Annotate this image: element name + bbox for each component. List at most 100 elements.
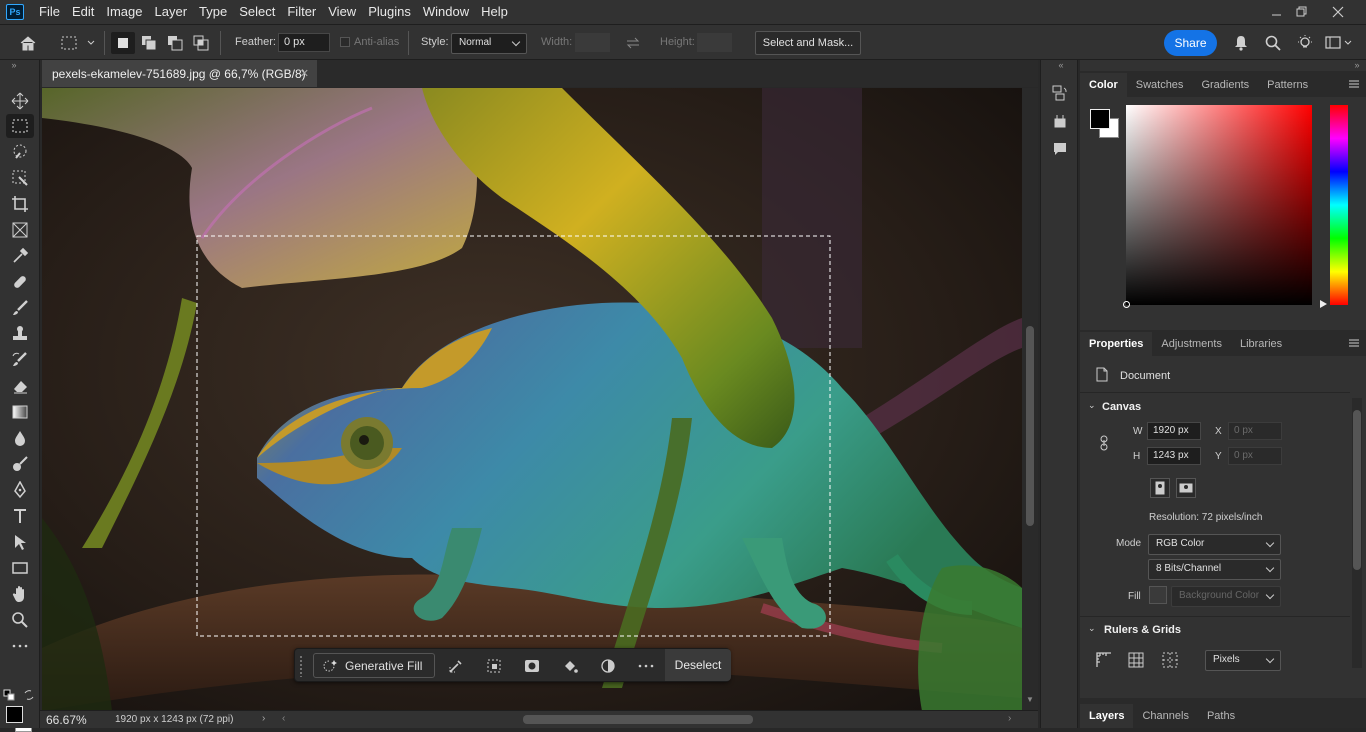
adjustment-layer-icon[interactable] [597,655,619,677]
ruler-units-select[interactable]: Pixels [1205,650,1281,671]
grid-icon[interactable] [1126,650,1146,670]
rectangle-tool-icon[interactable] [6,556,34,580]
vertical-scrollbar[interactable]: ▼ [1022,88,1038,711]
tab-patterns[interactable]: Patterns [1258,73,1317,97]
default-colors-icon[interactable] [2,688,16,702]
frame-tool-icon[interactable] [6,218,34,242]
zoom-tool-icon[interactable] [6,608,34,632]
eraser-tool-icon[interactable] [6,374,34,398]
close-tab-icon[interactable]: ✕ [300,67,309,80]
tab-properties[interactable]: Properties [1080,332,1153,356]
scroll-right-icon[interactable]: › [1008,713,1011,724]
move-tool-icon[interactable] [6,89,34,113]
history-icon[interactable] [1049,82,1071,104]
panel-menu-icon[interactable] [1348,79,1360,89]
color-picker-cursor[interactable] [1123,301,1130,308]
collapse-panels-icon[interactable]: » [1350,60,1364,70]
object-selection-tool-icon[interactable] [6,140,34,164]
landscape-orientation-icon[interactable] [1176,478,1196,498]
bell-icon[interactable] [1230,32,1252,54]
menu-select[interactable]: Select [233,0,281,24]
properties-menu-icon[interactable] [1348,338,1360,348]
portrait-orientation-icon[interactable] [1150,478,1170,498]
guides-icon[interactable] [1160,650,1180,670]
scroll-down-icon[interactable]: ▼ [1026,695,1034,704]
color-panel-foreground[interactable] [1090,109,1110,129]
rulers-collapse-icon[interactable]: ⌄ [1088,623,1096,634]
restore-icon[interactable] [1284,0,1320,24]
document-tab[interactable]: pexels-ekamelev-751689.jpg @ 66,7% (RGB/… [42,60,317,87]
workspace-icon[interactable] [1324,32,1354,54]
tab-adjustments[interactable]: Adjustments [1152,332,1231,356]
history-brush-tool-icon[interactable] [6,348,34,372]
tab-channels[interactable]: Channels [1133,704,1197,728]
color-mode-select[interactable]: RGB Color [1148,534,1281,555]
ruler-icon[interactable] [1094,650,1114,670]
foreground-color-swatch[interactable] [6,706,23,723]
horizontal-scroll-thumb[interactable] [523,715,753,724]
healing-brush-tool-icon[interactable] [6,270,34,294]
modify-selection-icon[interactable] [445,655,467,677]
style-select[interactable]: Normal [451,33,527,54]
plugins-icon[interactable] [1049,110,1071,132]
tab-color[interactable]: Color [1080,73,1127,97]
fill-select[interactable]: Background Color [1171,586,1281,607]
width-input[interactable] [575,33,610,52]
marquee-preset-icon[interactable] [58,32,98,54]
menu-window[interactable]: Window [417,0,475,24]
swap-colors-icon[interactable] [22,688,36,702]
menu-view[interactable]: View [322,0,362,24]
zoom-level[interactable]: 66.67% [46,713,87,727]
vertical-scroll-thumb[interactable] [1026,326,1034,526]
collapse-toolbar-icon[interactable]: » [6,60,22,70]
fill-swatch[interactable] [1149,586,1167,604]
subtract-selection-icon[interactable] [163,32,187,54]
rectangular-marquee-tool-icon[interactable] [6,114,34,138]
crop-tool-icon[interactable] [6,192,34,216]
create-mask-icon[interactable] [521,655,543,677]
canvas-width-input[interactable]: 1920 px [1147,422,1201,440]
canvas-y-input[interactable]: 0 px [1228,447,1282,465]
close-window-icon[interactable] [1320,0,1356,24]
pen-tool-icon[interactable] [6,478,34,502]
blur-tool-icon[interactable] [6,426,34,450]
menu-image[interactable]: Image [100,0,148,24]
menu-layer[interactable]: Layer [149,0,194,24]
more-tools-icon[interactable] [6,634,34,658]
expand-strip-icon[interactable]: « [1055,60,1067,70]
menu-filter[interactable]: Filter [281,0,322,24]
hue-slider-handle[interactable] [1320,300,1327,308]
properties-scroll-thumb[interactable] [1353,410,1361,570]
type-tool-icon[interactable] [6,504,34,528]
fill-selection-icon[interactable] [559,655,581,677]
discover-lightbulb-icon[interactable] [1294,32,1316,54]
menu-type[interactable]: Type [193,0,233,24]
status-menu-icon[interactable]: › [262,713,265,724]
drag-handle-icon[interactable] [299,655,303,677]
swap-icon[interactable] [622,33,644,53]
select-subject-icon[interactable] [483,655,505,677]
intersect-selection-icon[interactable] [189,32,213,54]
bit-depth-select[interactable]: 8 Bits/Channel [1148,559,1281,580]
hue-slider[interactable] [1330,105,1348,305]
brush-tool-icon[interactable] [6,296,34,320]
hand-tool-icon[interactable] [6,582,34,606]
menu-help[interactable]: Help [475,0,514,24]
menu-file[interactable]: File [33,0,66,24]
tab-layers[interactable]: Layers [1080,704,1134,728]
home-icon[interactable] [16,32,40,54]
quick-selection-tool-icon[interactable] [6,166,34,190]
comments-icon[interactable] [1049,138,1071,160]
dodge-tool-icon[interactable] [6,452,34,476]
path-selection-tool-icon[interactable] [6,530,34,554]
generative-fill-button[interactable]: Generative Fill [313,653,435,678]
more-options-icon[interactable] [635,655,657,677]
tab-paths[interactable]: Paths [1198,704,1244,728]
eyedropper-tool-icon[interactable] [6,244,34,268]
canvas-x-input[interactable]: 0 px [1228,422,1282,440]
new-selection-icon[interactable] [111,32,135,54]
select-and-mask-button[interactable]: Select and Mask... [755,31,861,55]
share-button[interactable]: Share [1164,30,1217,56]
scroll-left-icon[interactable]: ‹ [282,713,285,724]
gradient-tool-icon[interactable] [6,400,34,424]
